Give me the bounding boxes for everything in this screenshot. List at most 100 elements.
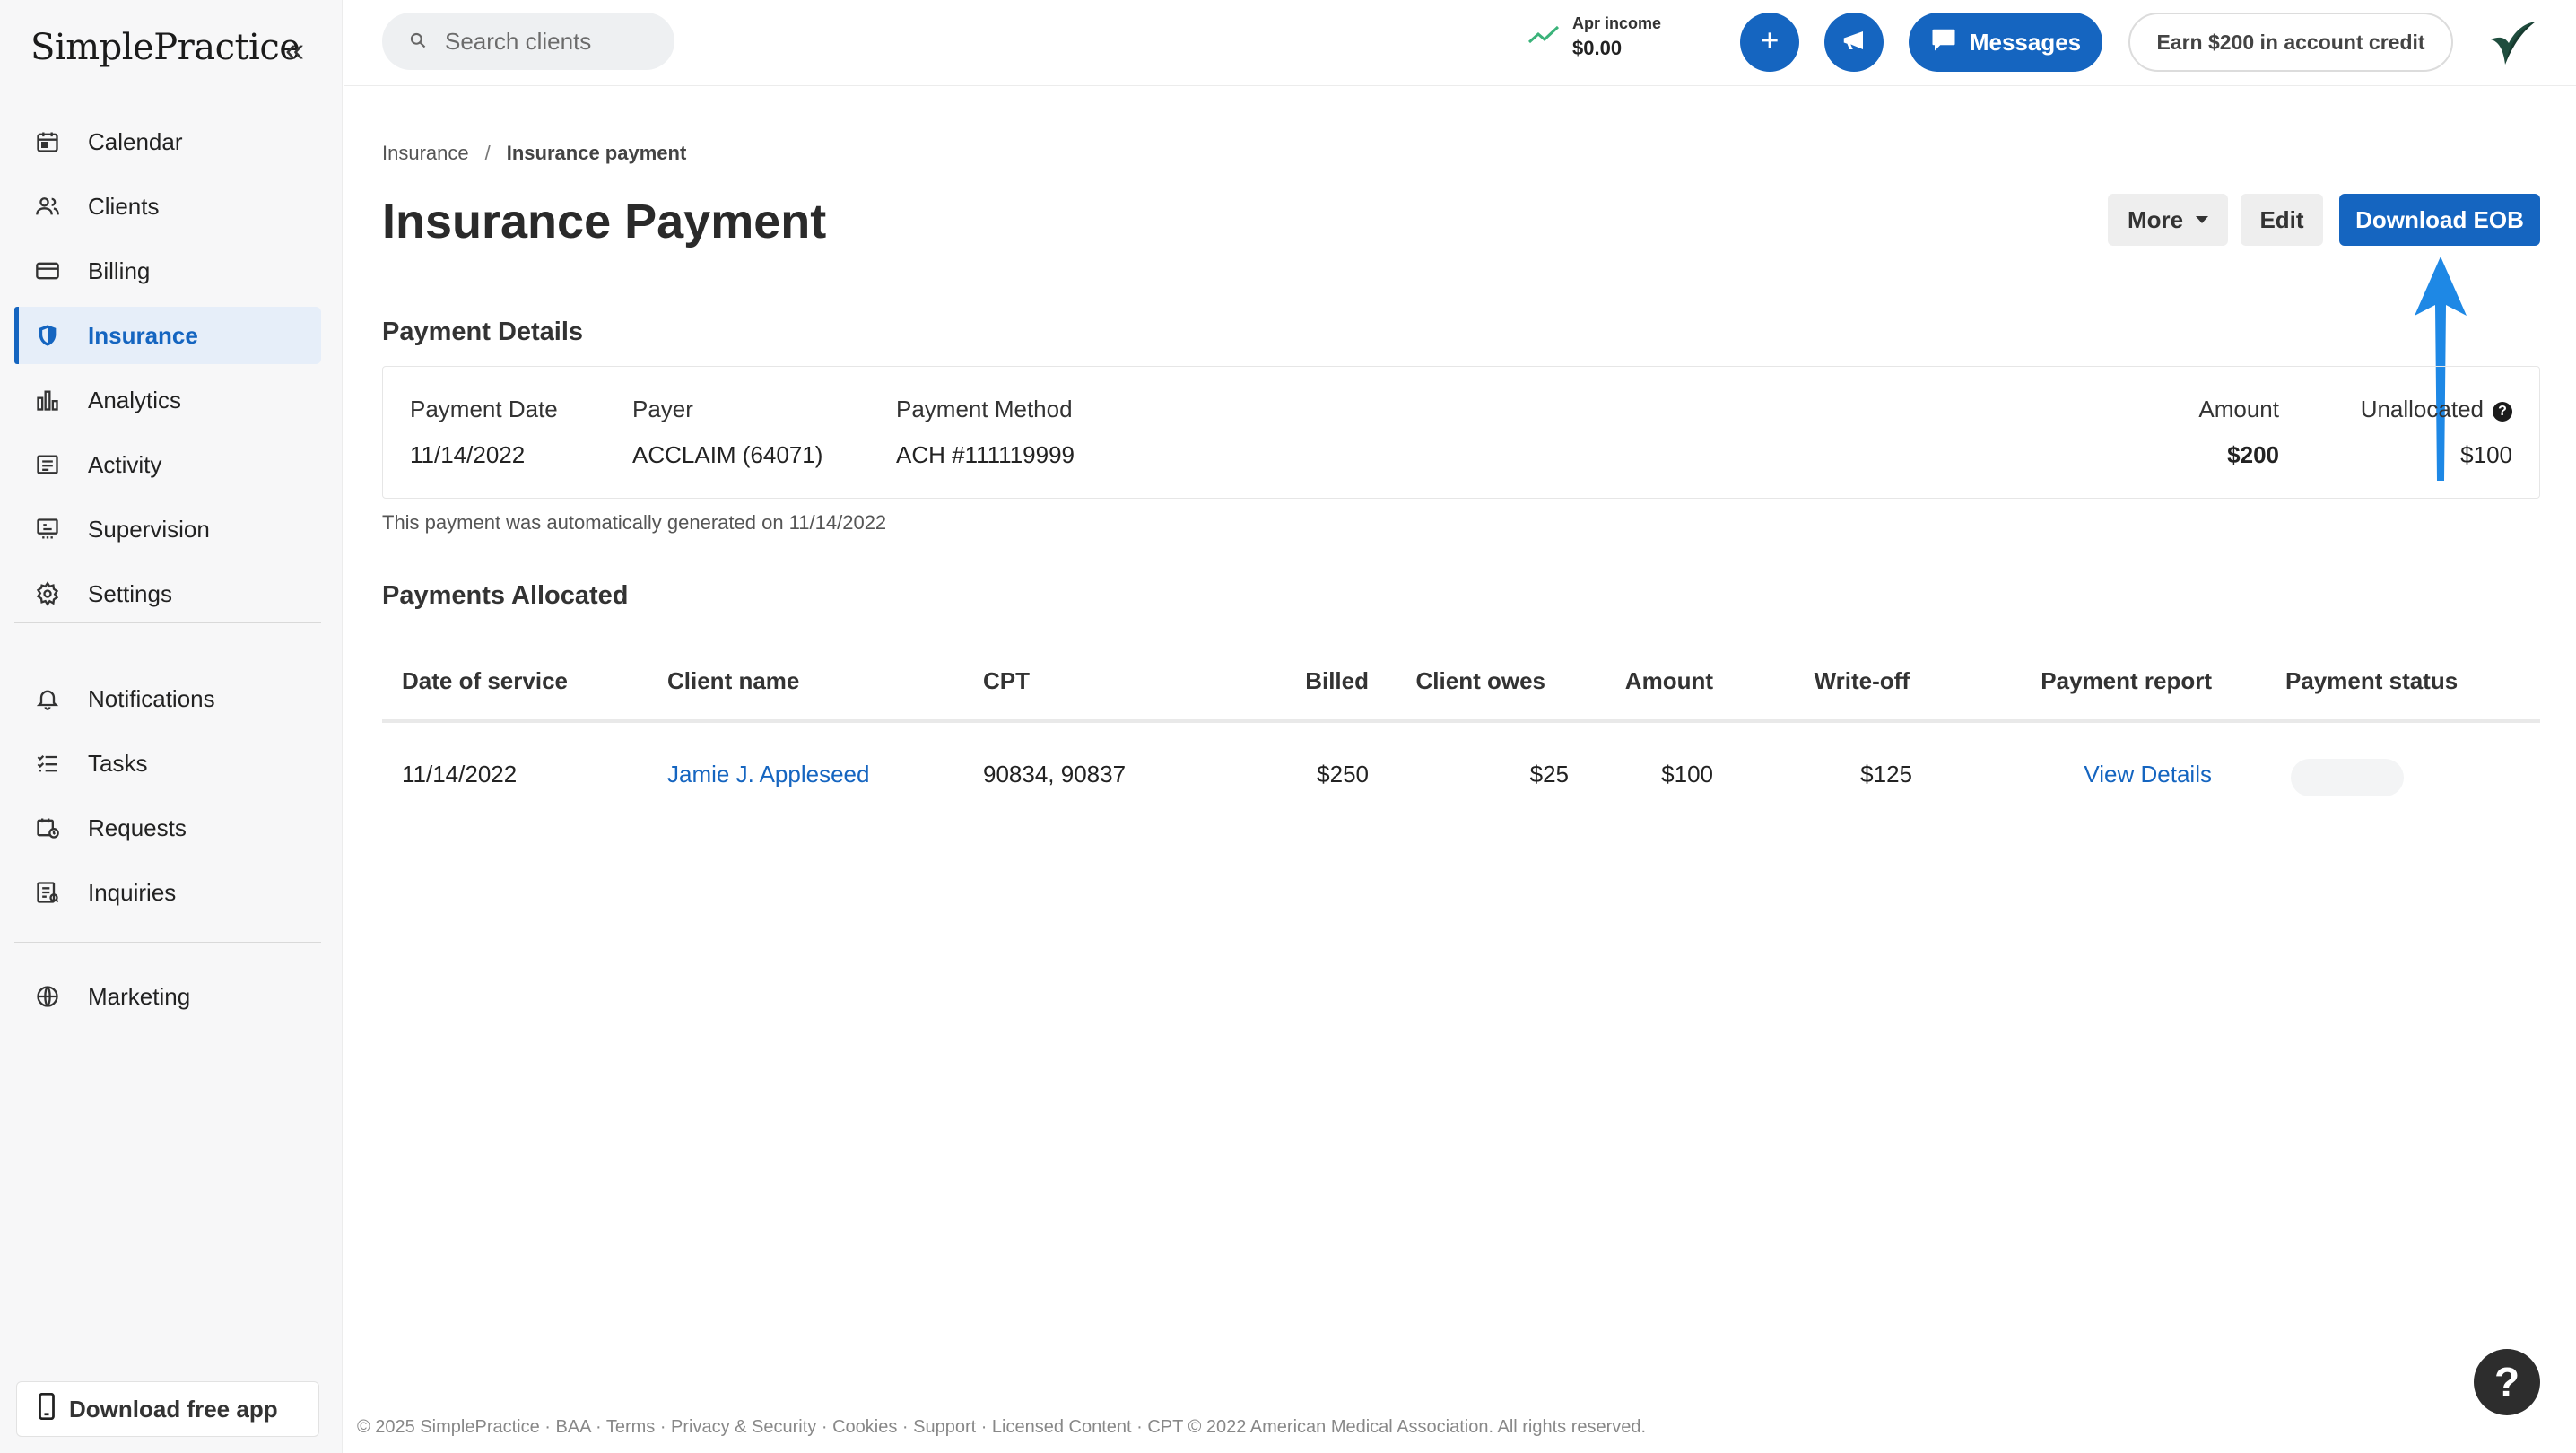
globe-icon [32, 981, 63, 1012]
simplepractice-logo[interactable]: SimplePractice [30, 27, 300, 68]
megaphone-icon [1841, 27, 1867, 58]
payment-date-value: 11/14/2022 [410, 441, 526, 468]
sidebar-item-label: Requests [88, 814, 187, 841]
bell-icon [32, 683, 63, 714]
payment-method-field: Payment Method ACH #111119999 [896, 396, 1075, 469]
payment-status-badge [2291, 759, 2404, 796]
messages-label: Messages [1969, 28, 2082, 56]
amount-label: Amount [2198, 396, 2279, 422]
breadcrumb-insurance-link[interactable]: Insurance [382, 142, 469, 164]
sidebar-item-label: Activity [88, 450, 162, 478]
sidebar-item-notifications[interactable]: Notifications [14, 670, 321, 727]
client-name-link[interactable]: Jamie J. Appleseed [667, 761, 869, 788]
payment-method-label: Payment Method [896, 396, 1073, 422]
payments-allocated-heading: Payments Allocated [382, 581, 629, 610]
amount-value: $200 [2227, 441, 2279, 468]
table-row: 11/14/2022 Jamie J. Appleseed 90834, 908… [382, 723, 2540, 834]
payment-details-card: Payment Date 11/14/2022 Payer ACCLAIM (6… [382, 366, 2540, 499]
search-input[interactable]: Search clients [382, 13, 674, 70]
activity-icon [32, 449, 63, 480]
cell-billed: $250 [1317, 761, 1369, 787]
sidebar-item-billing[interactable]: Billing [14, 242, 321, 300]
cell-date: 11/14/2022 [402, 761, 518, 787]
requests-icon [32, 813, 63, 843]
auto-generated-note: This payment was automatically generated… [382, 511, 887, 534]
sidebar-item-clients[interactable]: Clients [14, 178, 321, 235]
trend-up-icon [1527, 24, 1560, 50]
sidebar-item-inquiries[interactable]: Inquiries [14, 864, 321, 921]
sidebar-item-activity[interactable]: Activity [14, 436, 321, 493]
payment-date-field: Payment Date 11/14/2022 [410, 396, 558, 469]
income-label: Apr income [1572, 14, 1662, 32]
download-app-label: Download free app [69, 1395, 278, 1423]
table-header: Date of service Client name CPT Billed C… [382, 640, 2540, 723]
breadcrumb-current: Insurance payment [506, 142, 687, 164]
unallocated-value: $100 [2460, 441, 2512, 468]
sidebar-item-label: Inquiries [88, 878, 177, 906]
billing-icon [32, 256, 63, 286]
sidebar-item-label: Insurance [88, 321, 198, 349]
tasks-icon [32, 748, 63, 779]
payer-field: Payer ACCLAIM (64071) [632, 396, 822, 469]
col-client-name: Client name [667, 667, 800, 694]
messages-button[interactable]: Messages [1909, 13, 2102, 72]
col-payment-report: Payment report [2041, 667, 2212, 694]
breadcrumb-separator: / [484, 142, 491, 164]
caret-down-icon [2196, 216, 2209, 223]
marketing-nav: Marketing [14, 968, 321, 1032]
sidebar-item-label: Settings [88, 579, 172, 607]
col-billed: Billed [1305, 667, 1369, 694]
cell-cpt: 90834, 90837 [983, 761, 1127, 787]
sidebar-divider [14, 942, 321, 943]
calendar-icon [32, 126, 63, 157]
footer-links[interactable]: © 2025 SimplePractice · BAA · Terms · Pr… [357, 1417, 1646, 1438]
earn-credit-button[interactable]: Earn $200 in account credit [2128, 13, 2453, 72]
inquiries-icon [32, 877, 63, 908]
payer-value: ACCLAIM (64071) [632, 441, 823, 468]
amount-field: Amount $200 [2198, 396, 2279, 469]
sidebar-item-requests[interactable]: Requests [14, 799, 321, 857]
more-dropdown-button[interactable]: More [2108, 194, 2228, 246]
account-avatar[interactable] [2484, 13, 2543, 72]
gear-icon [32, 579, 63, 609]
payer-label: Payer [632, 396, 693, 422]
top-bar: Search clients Apr income $0.00 Messages… [344, 0, 2576, 86]
shield-icon [32, 320, 63, 351]
sidebar-item-marketing[interactable]: Marketing [14, 968, 321, 1025]
col-date-of-service: Date of service [402, 667, 568, 694]
edit-button[interactable]: Edit [2241, 194, 2323, 246]
more-label: More [2127, 205, 2184, 233]
sidebar-item-calendar[interactable]: Calendar [14, 113, 321, 170]
sidebar-item-label: Analytics [88, 386, 182, 413]
download-eob-button[interactable]: Download EOB [2339, 194, 2540, 246]
question-icon[interactable]: ? [2493, 402, 2512, 422]
payment-method-value: ACH #111119999 [896, 441, 1075, 468]
sidebar-item-label: Marketing [88, 982, 191, 1010]
help-button[interactable]: ? [2474, 1349, 2540, 1415]
main-nav: Calendar Clients Billing Insurance Analy… [14, 113, 321, 630]
payments-allocated-table: Date of service Client name CPT Billed C… [382, 640, 2540, 834]
add-button[interactable] [1740, 13, 1799, 72]
sidebar-item-settings[interactable]: Settings [14, 565, 321, 622]
chat-icon [1930, 27, 1957, 58]
cell-amount: $100 [1661, 761, 1713, 787]
sidebar-item-label: Billing [88, 257, 151, 284]
download-app-button[interactable]: Download free app [16, 1381, 319, 1437]
unallocated-label: Unallocated [2360, 396, 2484, 422]
cell-write-off: $125 [1860, 761, 1912, 787]
sidebar-item-supervision[interactable]: Supervision [14, 500, 321, 558]
view-details-link[interactable]: View Details [2032, 761, 2212, 788]
income-value: $0.00 [1572, 37, 1623, 59]
sidebar-item-analytics[interactable]: Analytics [14, 371, 321, 429]
search-icon [409, 28, 427, 56]
phone-icon [37, 1392, 57, 1426]
sidebar-item-tasks[interactable]: Tasks [14, 735, 321, 792]
income-widget[interactable]: Apr income $0.00 [1527, 14, 1661, 60]
plus-icon [1758, 29, 1781, 57]
payment-details-heading: Payment Details [382, 318, 584, 346]
collapse-sidebar-icon[interactable]: « [285, 32, 304, 68]
sidebar-item-label: Calendar [88, 127, 183, 155]
announcements-button[interactable] [1824, 13, 1884, 72]
col-amount: Amount [1624, 667, 1713, 694]
sidebar-item-insurance[interactable]: Insurance [14, 307, 321, 364]
